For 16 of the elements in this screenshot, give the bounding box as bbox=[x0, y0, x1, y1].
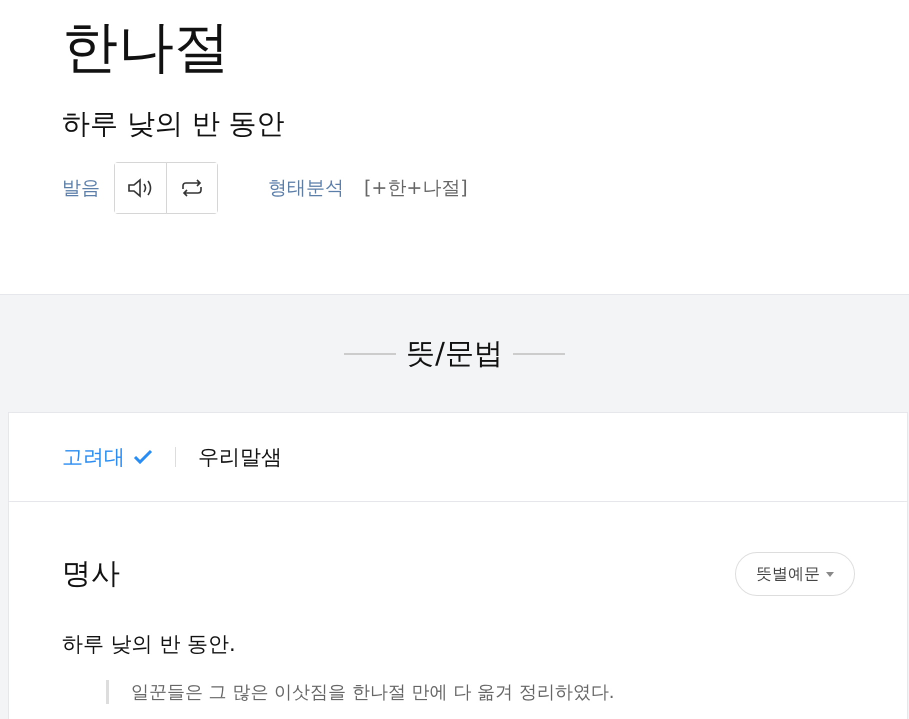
speaker-icon bbox=[126, 177, 154, 199]
check-icon bbox=[133, 449, 153, 465]
pronunciation-label: 발음 bbox=[62, 176, 100, 201]
morphology-value: [+한+나절] bbox=[364, 176, 468, 201]
repeat-button[interactable] bbox=[166, 163, 217, 213]
summary-text: 하루 낮의 반 동안 bbox=[62, 106, 285, 142]
morphology-label: 형태분석 bbox=[268, 176, 344, 201]
examples-dropdown[interactable]: 뜻별예문 bbox=[735, 552, 855, 596]
definition-text: 하루 낮의 반 동안. bbox=[62, 631, 236, 658]
part-of-speech: 명사 bbox=[62, 555, 120, 592]
source-tab[interactable]: 우리말샘 bbox=[198, 443, 304, 471]
section-title: 뜻/문법 bbox=[406, 334, 503, 372]
caret-icon bbox=[826, 572, 834, 576]
repeat-icon bbox=[179, 177, 205, 199]
headword: 한나절 bbox=[62, 14, 230, 82]
example-sentence: 일꾼들은 그 많은 이삿짐을 한나절 만에 다 옮겨 정리하였다. bbox=[131, 682, 614, 703]
